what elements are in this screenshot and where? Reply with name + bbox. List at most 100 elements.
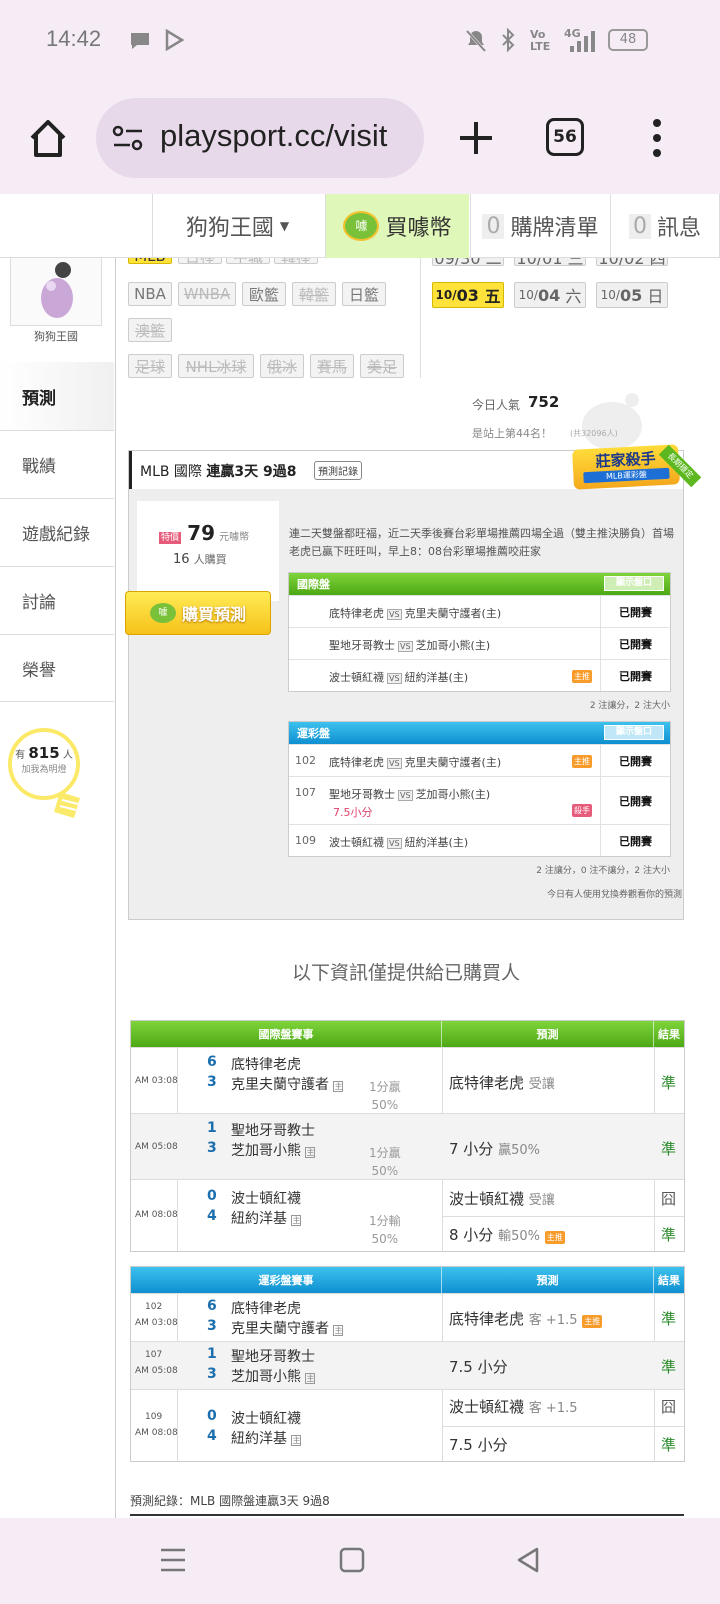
sport-tag[interactable]: 賽馬 [310,354,354,378]
prediction-title-prefix: MLB 國際 [140,464,202,480]
recent-apps-icon[interactable] [158,1546,188,1574]
col-header: 運彩盤賽事 [131,1267,442,1293]
home-score: 4 [207,1208,217,1224]
away-score: 6 [207,1054,217,1070]
home-score: 3 [207,1074,217,1090]
home-team: 芝加哥小熊 [231,1369,301,1385]
show-lines-button[interactable]: 顯示盤口 [604,576,664,591]
buy-prediction-button[interactable]: 噱 購買預測 [125,591,271,635]
sport-results-table: 運彩盤賽事 預測 結果 102 AM 03:08 6 3 底特律老虎 克里夫蘭守… [130,1266,685,1462]
away-team: 波士頓紅襪 [329,671,384,684]
home-tag: 主 [333,1325,344,1336]
home-team-cell: 紐約洋基 主 [231,1208,302,1228]
buy-coins-button[interactable]: 噱 買噱幣 [325,194,469,258]
more-menu-icon[interactable] [650,118,664,158]
away-team: 波士頓紅襪 [231,1191,301,1207]
signal-icon [570,31,595,52]
home-icon[interactable] [26,116,70,160]
game-time: AM 05:08 [135,1366,178,1376]
home-score: 3 [207,1366,217,1382]
matchup: 波士頓紅襪 VS 紐約洋基(主) [329,834,468,850]
home-tag: 主 [291,1215,302,1226]
back-icon[interactable] [514,1546,542,1574]
site-settings-icon[interactable] [112,124,144,152]
messages-button[interactable]: 0 訊息 [610,194,720,258]
date-button[interactable]: 10/03 五 [432,282,504,308]
sidebar-item-discuss[interactable]: 討論 [0,566,114,634]
record-button[interactable]: 預測記錄 [314,461,362,480]
home-team-cell: 芝加哥小熊 主 [231,1366,316,1386]
fans-suffix: 人 [62,750,73,761]
table-row: AM 05:08 1 3 聖地牙哥教士 芝加哥小熊 主 1分贏 50% 7 小分 … [131,1113,684,1179]
avatar[interactable] [10,258,102,326]
table-row: 109 AM 08:08 0 4 波士頓紅襪 紐約洋基 主 波士頓紅襪 客 +1… [131,1389,684,1461]
away-team: 底特律老虎 [329,607,384,620]
play-icon [165,28,185,52]
sport-tag[interactable]: 美足 [360,354,404,378]
result-mark: 準 [661,1074,677,1092]
game-number: 102 [145,1302,163,1312]
pick-sub: 贏50% [498,1143,540,1158]
bluetooth-icon [502,28,515,53]
sport-tag[interactable]: 歐籃 [242,282,286,306]
tab-switcher-button[interactable]: 56 [546,118,584,156]
game-status: 已開賽 [600,660,670,691]
line-text: 1分輸 [369,1214,401,1228]
status-time: 14:42 [46,26,102,51]
sidebar-item-label: 榮譽 [22,660,56,681]
result-mark: 囧 [661,1398,677,1416]
url-text[interactable]: playsport.cc/visit [160,118,415,154]
sport-tag[interactable]: 俄冰 [260,354,304,378]
col-header: 預測 [442,1021,654,1047]
sport-tag[interactable]: 日籃 [342,282,386,306]
away-team: 聖地牙哥教士 [329,788,395,801]
sidebar-item-honor[interactable]: 榮譽 [0,634,114,702]
messages-label: 訊息 [656,216,701,241]
user-menu[interactable]: 狗狗王國 ▼ [152,194,322,258]
volte-icon: Vo LTE [530,28,551,53]
popularity-rank: 是站上第44名！ [472,427,552,440]
cart-button[interactable]: 0 購牌清單 [470,194,610,258]
pick: 底特律老虎 受讓 [449,1072,555,1093]
game-time: AM 08:08 [135,1428,178,1438]
show-lines-button[interactable]: 顯示盤口 [604,725,664,740]
date-button[interactable]: 10/04 六 [514,282,586,308]
pick: 7 小分 贏50% [449,1138,540,1159]
date-month: 10/ [435,288,457,302]
col-header: 結果 [658,1274,680,1287]
game-number: 109 [145,1412,163,1422]
sport-tag-label: 俄冰 [266,357,297,376]
table-row: 底特律老虎 VS 克里夫蘭守護者(主) 已開賽 [289,595,670,627]
pick-main: 8 小分 [449,1226,494,1244]
sport-tag[interactable]: 韓籃 [292,282,336,306]
sport-tag[interactable]: NHL冰球 [178,354,254,378]
sport-tag[interactable]: NBA [128,282,172,306]
sport-tag-label: 日籃 [348,285,379,304]
sidebar-item-record[interactable]: 戰績 [0,430,114,498]
game-number: 107 [145,1350,163,1360]
battery-icon: 48 [608,29,648,51]
url-bar[interactable]: playsport.cc/visit [96,98,424,178]
sidebar-item-game-log[interactable]: 遊戲紀錄 [0,498,114,566]
sport-tag[interactable]: WNBA [178,282,236,306]
vs-icon: VS [387,838,402,849]
divider [442,1426,684,1427]
new-tab-icon[interactable] [456,118,496,158]
home-nav-icon[interactable] [338,1546,366,1574]
coin-icon: 噱 [343,211,380,241]
sidebar-item-predict[interactable]: 預測 [0,362,114,430]
home-score: 3 [207,1140,217,1156]
game-time: AM 05:08 [135,1142,178,1152]
table-row: AM 03:08 6 3 底特律老虎 克里夫蘭守護者 主 1分贏 50% 底特律老… [131,1047,684,1113]
sport-tag[interactable]: 足球 [128,354,172,378]
game-number: 102 [295,754,316,767]
profile-name[interactable]: 狗狗王國 [0,328,112,344]
sport-summary: 2 注讓分，0 注不讓分，2 注大小 [536,866,670,876]
divider [130,1514,684,1516]
date-button[interactable]: 10/05 日 [596,282,668,308]
pick-sub: 受讓 [528,1077,555,1092]
table-row: 102 AM 03:08 6 3 底特律老虎 克里夫蘭守護者 主 底特律老虎 客… [131,1293,684,1341]
game-time: AM 03:08 [135,1076,178,1086]
sport-tag[interactable]: 澳籃 [128,318,172,342]
table-row: 聖地牙哥教士 VS 芝加哥小熊(主) 已開賽 [289,627,670,659]
